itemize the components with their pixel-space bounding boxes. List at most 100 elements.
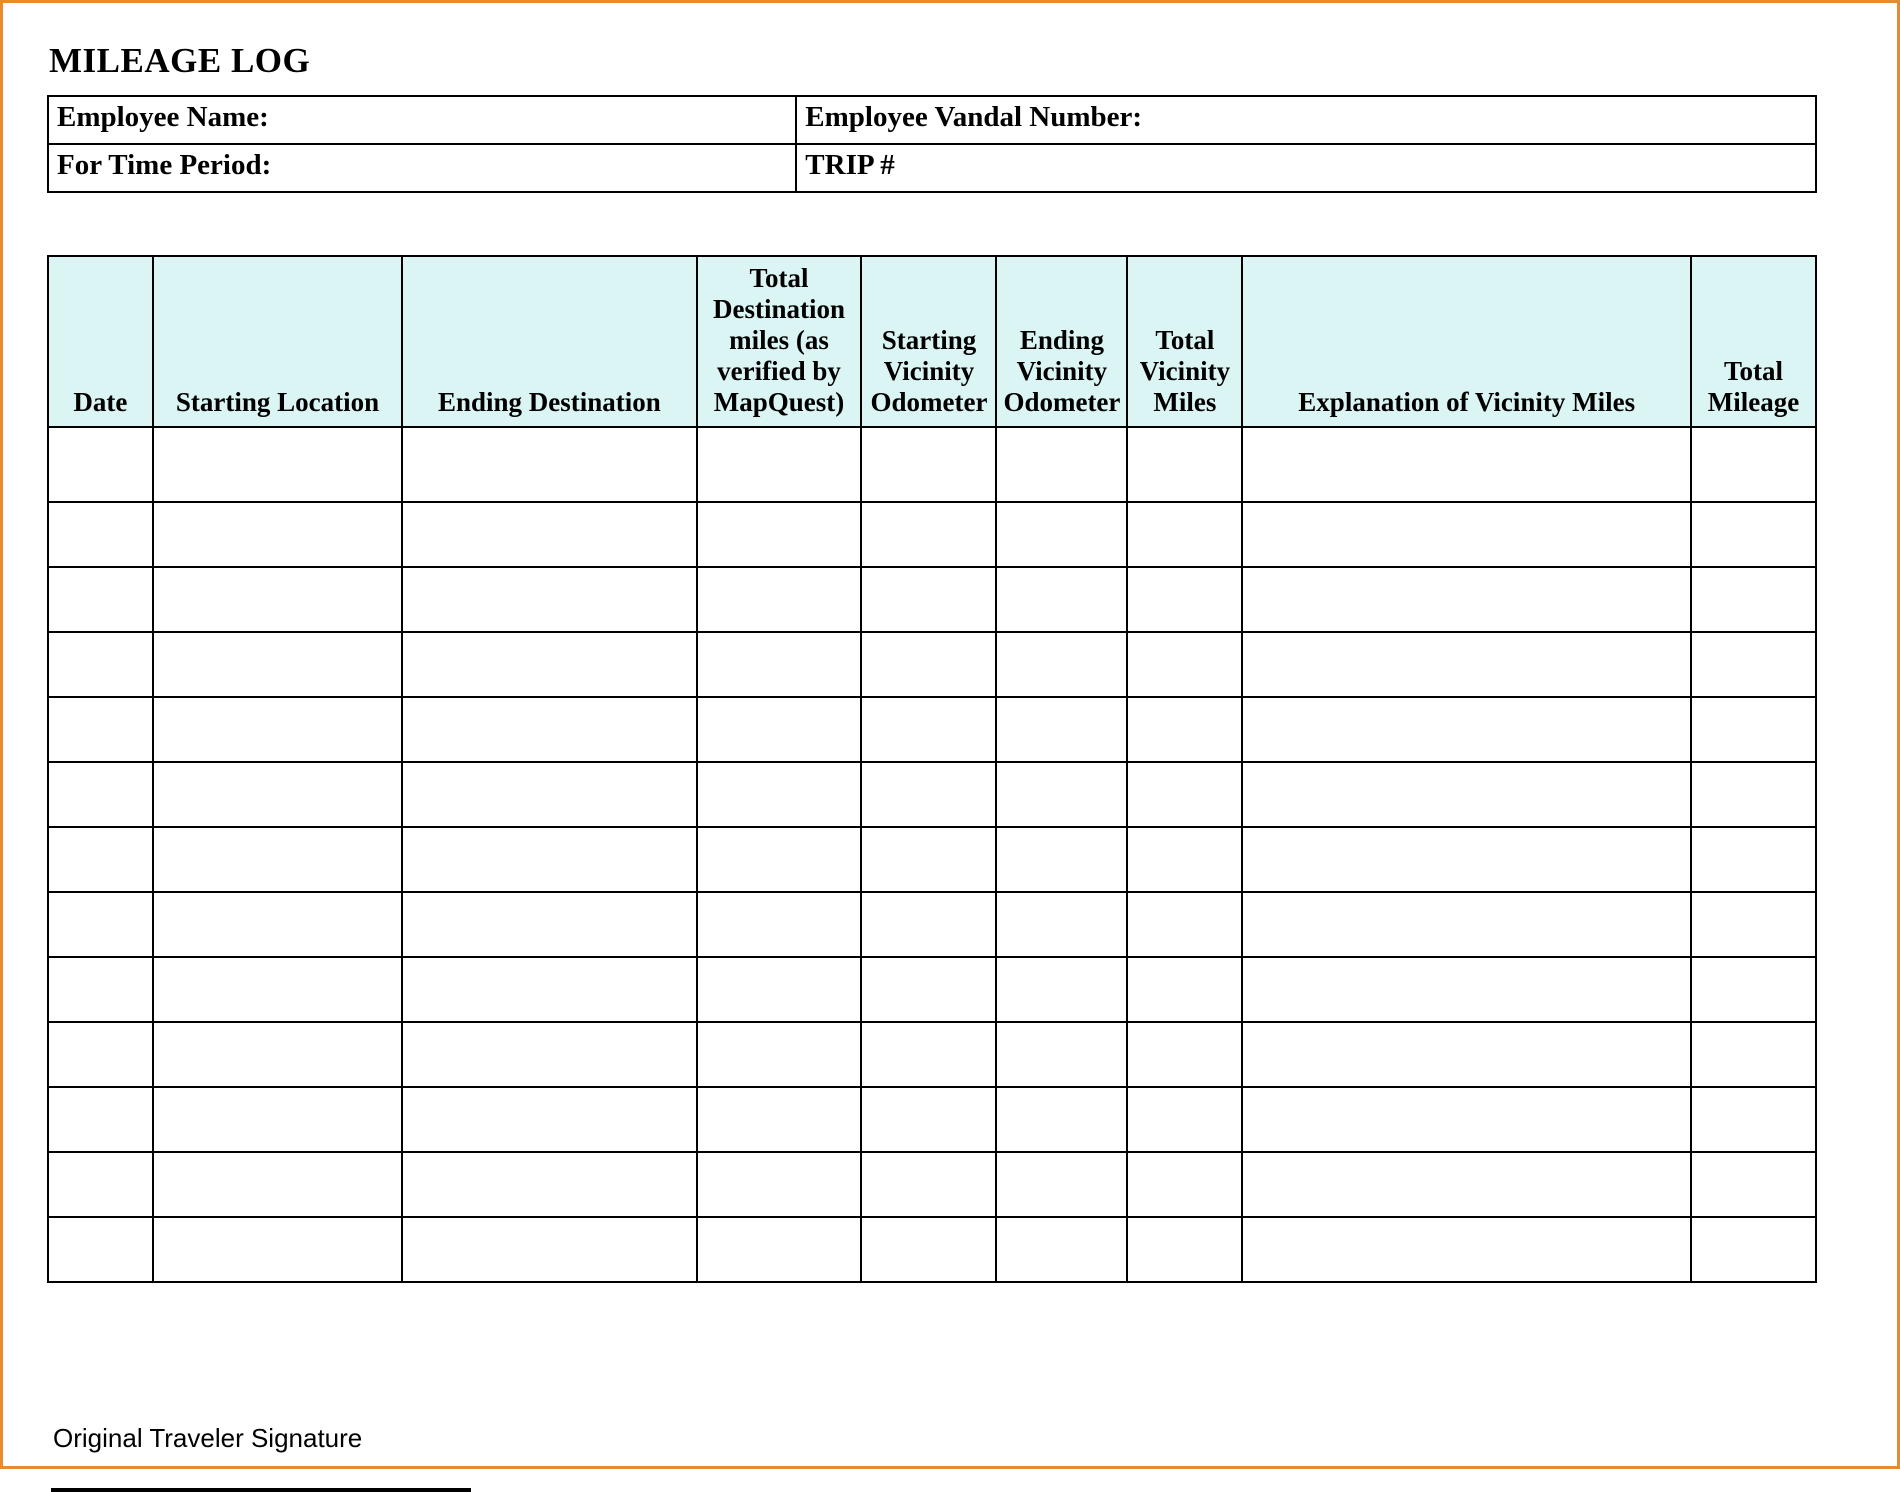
cell-ending-destination [402,502,696,567]
cell-ending-destination [402,762,696,827]
page-frame: MILEAGE LOG Employee Name: Employee Vand… [0,0,1900,1469]
signature-line [51,1488,471,1492]
cell-ending-vicinity-odometer [996,1087,1127,1152]
cell-total-destination-miles [697,567,862,632]
cell-starting-vicinity-odometer [861,427,996,502]
cell-ending-destination [402,957,696,1022]
cell-date [48,427,153,502]
cell-ending-destination [402,827,696,892]
table-row [48,567,1816,632]
col-header-explanation: Explanation of Vicinity Miles [1242,256,1691,427]
cell-ending-vicinity-odometer [996,567,1127,632]
cell-starting-vicinity-odometer [861,762,996,827]
cell-ending-destination [402,567,696,632]
cell-total-mileage [1691,892,1816,957]
cell-ending-destination [402,632,696,697]
cell-total-vicinity-miles [1127,1087,1242,1152]
cell-explanation [1242,957,1691,1022]
cell-total-mileage [1691,1217,1816,1282]
cell-explanation [1242,632,1691,697]
col-header-starting-location: Starting Location [153,256,402,427]
col-header-ending-destination: Ending Destination [402,256,696,427]
cell-total-destination-miles [697,697,862,762]
cell-total-destination-miles [697,1022,862,1087]
cell-total-vicinity-miles [1127,762,1242,827]
cell-total-mileage [1691,827,1816,892]
cell-starting-location [153,762,402,827]
col-header-ending-vicinity-odometer: Ending Vicinity Odometer [996,256,1127,427]
table-header-row: Date Starting Location Ending Destinatio… [48,256,1816,427]
cell-explanation [1242,1217,1691,1282]
cell-explanation [1242,1087,1691,1152]
cell-starting-location [153,1217,402,1282]
table-row [48,957,1816,1022]
cell-starting-vicinity-odometer [861,567,996,632]
col-header-total-mileage: Total Mileage [1691,256,1816,427]
cell-ending-destination [402,1087,696,1152]
table-row [48,632,1816,697]
cell-explanation [1242,427,1691,502]
cell-ending-vicinity-odometer [996,697,1127,762]
cell-explanation [1242,827,1691,892]
cell-date [48,1217,153,1282]
cell-total-vicinity-miles [1127,567,1242,632]
cell-starting-location [153,957,402,1022]
cell-total-mileage [1691,567,1816,632]
cell-ending-destination [402,892,696,957]
cell-explanation [1242,1022,1691,1087]
cell-date [48,1022,153,1087]
cell-starting-vicinity-odometer [861,957,996,1022]
table-row [48,1087,1816,1152]
cell-date [48,957,153,1022]
cell-starting-vicinity-odometer [861,1152,996,1217]
cell-total-destination-miles [697,632,862,697]
cell-explanation [1242,1152,1691,1217]
cell-ending-destination [402,697,696,762]
cell-total-destination-miles [697,1087,862,1152]
cell-ending-vicinity-odometer [996,427,1127,502]
cell-total-mileage [1691,697,1816,762]
cell-total-vicinity-miles [1127,1217,1242,1282]
cell-starting-location [153,567,402,632]
cell-total-destination-miles [697,502,862,567]
cell-date [48,892,153,957]
cell-total-destination-miles [697,427,862,502]
cell-explanation [1242,892,1691,957]
cell-total-destination-miles [697,827,862,892]
cell-date [48,1152,153,1217]
cell-date [48,697,153,762]
cell-ending-destination [402,1152,696,1217]
table-row [48,827,1816,892]
cell-explanation [1242,567,1691,632]
cell-starting-location [153,892,402,957]
cell-total-vicinity-miles [1127,827,1242,892]
table-row [48,502,1816,567]
cell-ending-vicinity-odometer [996,632,1127,697]
cell-date [48,632,153,697]
cell-total-mileage [1691,502,1816,567]
table-row [48,427,1816,502]
cell-total-vicinity-miles [1127,892,1242,957]
cell-total-vicinity-miles [1127,502,1242,567]
cell-total-vicinity-miles [1127,697,1242,762]
cell-total-destination-miles [697,1217,862,1282]
cell-total-vicinity-miles [1127,427,1242,502]
cell-starting-vicinity-odometer [861,1217,996,1282]
cell-starting-location [153,1087,402,1152]
cell-ending-vicinity-odometer [996,762,1127,827]
cell-explanation [1242,502,1691,567]
cell-starting-vicinity-odometer [861,502,996,567]
cell-total-vicinity-miles [1127,1152,1242,1217]
cell-starting-location [153,632,402,697]
col-header-date: Date [48,256,153,427]
cell-starting-vicinity-odometer [861,827,996,892]
employee-name-field: Employee Name: [48,96,796,144]
info-table: Employee Name: Employee Vandal Number: F… [47,95,1817,193]
cell-ending-destination [402,1217,696,1282]
table-row [48,1022,1816,1087]
table-row [48,762,1816,827]
cell-starting-vicinity-odometer [861,1022,996,1087]
cell-total-vicinity-miles [1127,1022,1242,1087]
cell-starting-vicinity-odometer [861,632,996,697]
cell-ending-destination [402,1022,696,1087]
